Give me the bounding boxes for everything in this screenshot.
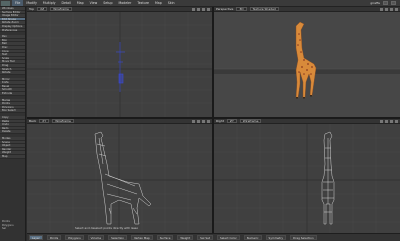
viewport-bottom-left[interactable]: Back XY Wireframe (27, 119, 212, 233)
viewport-name: Right (216, 119, 224, 123)
menu-tab-modeler[interactable]: Modeler (115, 0, 134, 6)
menu-tab-setup[interactable]: Setup (100, 0, 115, 6)
layer-controls: giraffe (370, 1, 396, 5)
bottom-button-volume[interactable]: Volume (87, 235, 105, 240)
move-icon[interactable] (192, 120, 195, 123)
rotate-icon[interactable] (197, 120, 200, 123)
view-dropdown[interactable]: XY (39, 119, 50, 123)
viewport-name: Perspective (216, 7, 234, 11)
top-view-model (116, 42, 125, 92)
menu-bar: File Modify Multiply Detail Map View Setup Mode… (0, 0, 400, 7)
menu-tab-multiply[interactable]: Multiply (40, 0, 59, 6)
bottom-button-layer[interactable]: Layer (29, 235, 43, 240)
menu-tab-map[interactable]: Map (74, 0, 87, 6)
bottom-button-symmetry[interactable]: Symmetry (265, 235, 287, 240)
maximize-icon[interactable] (395, 8, 398, 11)
mode-dropdown[interactable]: Texture Shaded (249, 7, 279, 11)
rotate-icon[interactable] (197, 8, 200, 11)
view-dropdown[interactable]: ZY (226, 119, 237, 123)
menu-tab-texture[interactable]: Texture (134, 0, 152, 6)
rotate-icon[interactable] (385, 8, 388, 11)
mode-dropdown[interactable]: Wireframe (50, 7, 72, 11)
zoom-icon[interactable] (390, 8, 393, 11)
bottom-button-select-color[interactable]: Select Color (216, 235, 240, 240)
bottom-button-vertex-map[interactable]: Vertex Map (130, 235, 153, 240)
bottom-button-polygons[interactable]: Polygons (65, 235, 84, 240)
viewport-top-right[interactable]: Perspective 3D Texture Shaded (214, 7, 400, 117)
move-icon[interactable] (192, 8, 195, 11)
layer-name: giraffe (370, 1, 380, 5)
bottom-button-numeric[interactable]: Numeric (243, 235, 262, 240)
viewport-bottom-right[interactable]: Right ZY Wireframe (214, 119, 400, 233)
bottom-button-sel-set[interactable]: Sel Set (197, 235, 213, 240)
viewport-canvas[interactable] (27, 12, 212, 117)
app-logo-icon (1, 0, 10, 6)
selection-status: Points Polygons Sel (2, 220, 14, 231)
bottom-toolbar: Layer Points Polygons Volume Selection Vertex… (27, 233, 400, 241)
viewport-top-left[interactable]: Top XZ Wireframe (27, 7, 212, 117)
front-view-wireframe (321, 131, 335, 225)
menu-tab-file[interactable]: File (12, 0, 24, 6)
viewport-area: Top XZ Wireframe Perspective 3D Texture (27, 7, 400, 233)
status-line: Sel (2, 227, 6, 231)
view-dropdown[interactable]: 3D (236, 7, 247, 11)
bottom-button-points[interactable]: Points (46, 235, 62, 240)
layer-toggle-icon[interactable] (391, 1, 396, 5)
zoom-icon[interactable] (202, 8, 205, 11)
mode-dropdown[interactable]: Wireframe (239, 119, 262, 123)
move-icon[interactable] (380, 120, 383, 123)
maximize-icon[interactable] (207, 120, 210, 123)
side-view-wireframe (94, 131, 152, 225)
menu-tab-detail[interactable]: Detail (59, 0, 74, 6)
layer-dropdown-icon[interactable] (383, 1, 388, 5)
viewport-canvas[interactable] (27, 124, 212, 233)
tool-group-spacer (0, 159, 25, 162)
rotate-icon[interactable] (385, 120, 388, 123)
menu-tab-modify[interactable]: Modify (23, 0, 40, 6)
status-message: Select and deselect points directly with… (75, 226, 139, 230)
viewport-name: Back (29, 119, 37, 123)
maximize-icon[interactable] (395, 120, 398, 123)
zoom-icon[interactable] (202, 120, 205, 123)
viewport-canvas[interactable] (214, 124, 400, 233)
menu-tab-map[interactable]: Map (152, 0, 165, 6)
view-dropdown[interactable]: XZ (37, 7, 48, 11)
bottom-button-weight[interactable]: Weight (177, 235, 194, 240)
menu-tab-skin[interactable]: Skin (165, 0, 178, 6)
menu-tab-view[interactable]: View (87, 0, 101, 6)
maximize-icon[interactable] (207, 8, 210, 11)
viewport-name: Top (29, 7, 35, 11)
bottom-button-drag-selection[interactable]: Drag Selection (290, 235, 317, 240)
bottom-button-selection[interactable]: Selection (108, 235, 127, 240)
move-icon[interactable] (380, 8, 383, 11)
tool-sidebar: Windows Surface Editor Image Editor Edit Sh… (0, 7, 26, 241)
bottom-button-surface[interactable]: Surface (156, 235, 174, 240)
viewport-canvas[interactable] (214, 12, 400, 117)
mode-dropdown[interactable]: Wireframe (52, 119, 74, 123)
zoom-icon[interactable] (390, 120, 393, 123)
